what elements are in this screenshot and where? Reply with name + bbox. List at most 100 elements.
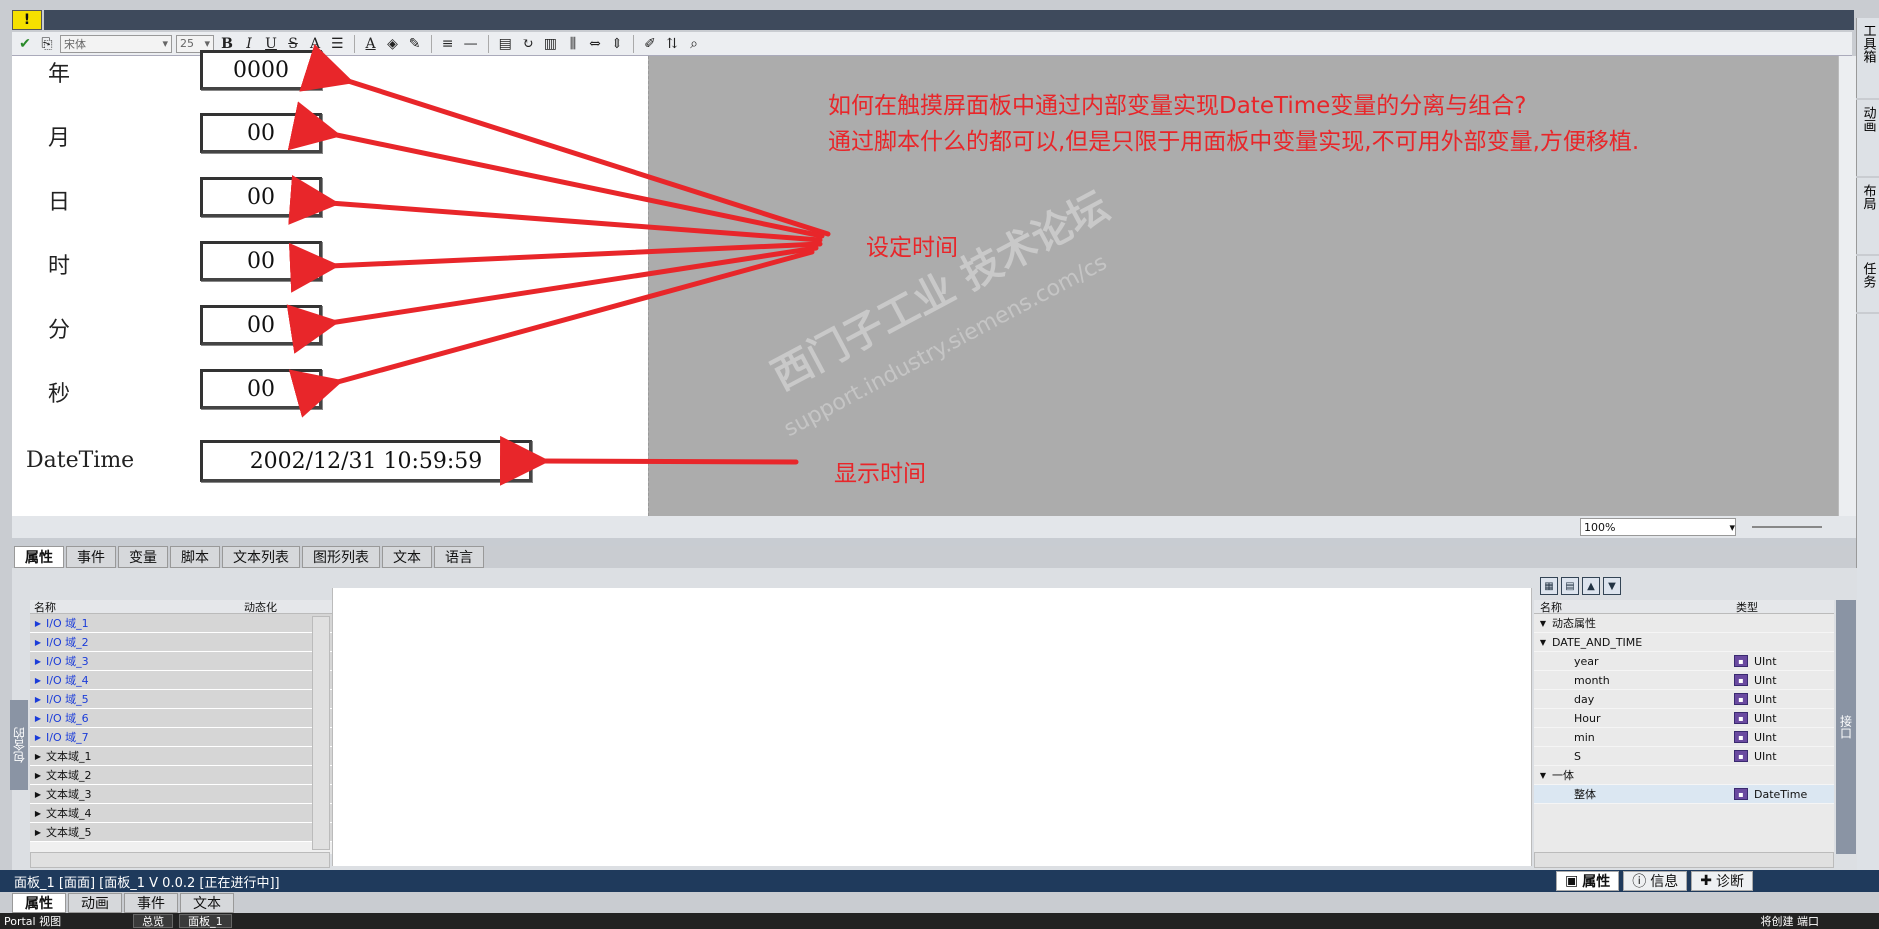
list-item[interactable]: ▶ I/O 域_3 [30,652,332,671]
right-list-hscroll[interactable] [1534,852,1834,868]
tab-inspector-diagnostics[interactable]: ✚ 诊断 [1691,871,1753,891]
tab-tags[interactable]: 变量 [118,546,168,568]
chevron-right-icon: ▶ [34,770,42,780]
arrow-second [288,249,815,418]
item-label: 文本域_5 [46,826,92,839]
property-name: min [1574,730,1595,744]
group-label: 一体 [1552,769,1574,782]
zoom-select[interactable]: 100% ▾ [1580,518,1736,536]
property-name: S [1574,749,1581,763]
property-row[interactable]: Hour ▪ UInt [1534,709,1834,728]
contained-objects-list: 名称 动态化 ▶ I/O 域_1 ▶ I/O 域_2 ▶ I/O 域_3 ▶ I/O 域_4 ▶… [30,600,332,854]
arrow-minute [286,245,819,354]
rlist-col-name: 名称 [1540,600,1562,614]
item-label: 文本域_1 [46,750,92,763]
property-name: Hour [1574,711,1601,725]
arrow-datetime [499,435,799,486]
btab-events[interactable]: 事件 [124,893,178,913]
tab-scripts[interactable]: 脚本 [170,546,220,568]
property-type: UInt [1754,692,1777,706]
right-tab-animation[interactable]: 动画 [1856,100,1879,176]
group-label: 动态属性 [1552,617,1596,630]
tab-graphic-lists[interactable]: 图形列表 [302,546,380,568]
list-item[interactable]: ▶ 文本域_4 [30,804,332,823]
tab-properties[interactable]: 属性 [14,546,64,568]
list-item[interactable]: ▶ I/O 域_7 [30,728,332,747]
left-list-scrollbar[interactable] [312,616,330,850]
list-item[interactable]: ▶ 文本域_3 [30,785,332,804]
item-label: I/O 域_4 [46,674,89,687]
status-text: 面板_1 [面面] [面板_1 V 0.0.2 [正在进行中]] [14,875,280,891]
rlist-col-type: 类型 [1736,600,1758,614]
chevron-down-icon: ▼ [1539,618,1547,628]
property-row[interactable]: day ▪ UInt [1534,690,1834,709]
property-row[interactable]: year ▪ UInt [1534,652,1834,671]
property-type: UInt [1754,673,1777,687]
right-tab-tasks[interactable]: 任务 [1856,256,1879,312]
left-list-hscroll[interactable] [30,852,330,868]
tab-inspector-info[interactable]: ⓘ 信息 [1623,871,1688,891]
right-rows: year ▪ UInt month ▪ UInt day ▪ UInt Hour ▪ UInt min ▪… [1534,652,1834,766]
group-date-and-time[interactable]: ▼ DATE_AND_TIME [1534,633,1834,652]
item-label: 文本域_4 [46,807,92,820]
taskbar-overview[interactable]: 总览 [133,914,174,928]
info-icon: ⓘ [1632,874,1647,890]
inspector-mode-tabs: ▣ 属性 ⓘ 信息 ✚ 诊断 [1556,871,1753,891]
list-item[interactable]: ▶ I/O 域_1 [30,614,332,633]
left-rows: ▶ I/O 域_1 ▶ I/O 域_2 ▶ I/O 域_3 ▶ I/O 域_4 ▶ I/O 域_5… [30,614,332,842]
interface-toolbar: ▦ ▤ ▲ ▼ [1540,577,1621,595]
col-dynamic-header: 动态化 [244,600,277,614]
move-down-icon[interactable]: ▼ [1603,577,1621,595]
portal-view-link[interactable]: Portal 视图 [0,913,61,929]
tab-inspector-properties[interactable]: ▣ 属性 [1556,871,1620,891]
chevron-right-icon: ▶ [34,618,42,628]
chevron-down-icon: ▼ [1539,770,1547,780]
item-label: I/O 域_3 [46,655,89,668]
taskbar-panel[interactable]: 面板_1 [179,914,232,928]
property-row[interactable]: month ▪ UInt [1534,671,1834,690]
portal-taskbar: Portal 视图 总览 面板_1 将创建 端口 [0,913,1879,929]
list-item[interactable]: ▶ I/O 域_6 [30,709,332,728]
taskbar-status: 将创建 端口 [1760,915,1820,928]
right-tab-toolbox[interactable]: 工具箱 [1856,18,1879,98]
item-label: I/O 域_6 [46,712,89,725]
group-whole[interactable]: ▼ 一体 [1534,766,1834,785]
right-tab-layout[interactable]: 布局 [1856,178,1879,254]
add-group-icon[interactable]: ▤ [1561,577,1579,595]
chevron-down-icon: ▼ [1539,637,1547,647]
bottom-tabs: 属性 动画 事件 文本 [12,893,234,913]
list-item[interactable]: ▶ I/O 域_2 [30,633,332,652]
move-up-icon[interactable]: ▲ [1582,577,1600,595]
item-label: I/O 域_2 [46,636,89,649]
property-type: UInt [1754,711,1777,725]
list-item[interactable]: ▶ I/O 域_5 [30,690,332,709]
tab-texts[interactable]: 文本 [382,546,432,568]
item-label: I/O 域_5 [46,693,89,706]
btab-properties[interactable]: 属性 [12,893,66,913]
group-dynamic-props[interactable]: ▼ 动态属性 [1534,614,1834,633]
property-name: year [1574,654,1599,668]
tab-text-lists[interactable]: 文本列表 [222,546,300,568]
tab-events[interactable]: 事件 [66,546,116,568]
list-item[interactable]: ▶ 文本域_1 [30,747,332,766]
chevron-right-icon: ▶ [34,675,42,685]
canvas-vertical-scrollbar[interactable] [1838,56,1856,516]
tag-type-icon: ▪ [1734,712,1748,724]
item-label: I/O 域_7 [46,731,89,744]
properties-icon: ▣ [1565,873,1579,889]
zoom-slider[interactable] [1752,526,1822,528]
list-item[interactable]: ▶ 文本域_5 [30,823,332,842]
property-row[interactable]: min ▪ UInt [1534,728,1834,747]
splitter[interactable] [12,538,1856,546]
property-name: 整体 [1574,788,1596,801]
property-whole[interactable]: 整体 ▪ DateTime [1534,785,1834,804]
list-item[interactable]: ▶ 文本域_2 [30,766,332,785]
property-row[interactable]: S ▪ UInt [1534,747,1834,766]
add-property-icon[interactable]: ▦ [1540,577,1558,595]
rlist-header: 名称 类型 [1534,600,1834,614]
btab-animation[interactable]: 动画 [68,893,122,913]
btab-texts[interactable]: 文本 [180,893,234,913]
chevron-right-icon: ▶ [34,656,42,666]
tab-languages[interactable]: 语言 [434,546,484,568]
list-item[interactable]: ▶ I/O 域_4 [30,671,332,690]
